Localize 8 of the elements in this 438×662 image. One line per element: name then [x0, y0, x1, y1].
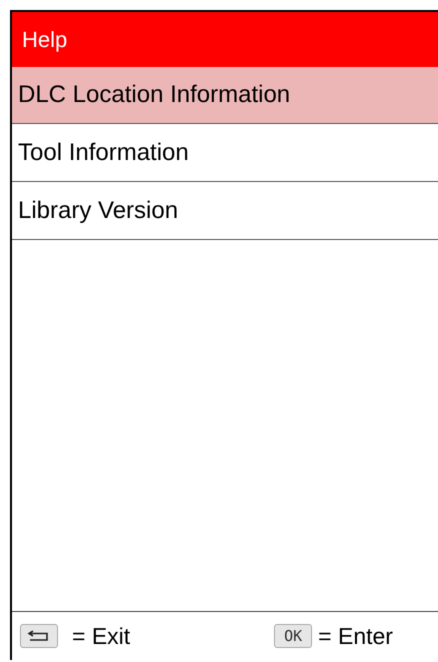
menu-item[interactable]: Tool Information — [12, 124, 438, 182]
screen-title: Help — [22, 26, 68, 52]
menu-item[interactable]: Library Version — [12, 182, 438, 240]
menu-item[interactable]: DLC Location Information — [12, 67, 438, 124]
ok-key: OK — [274, 624, 312, 648]
back-key-icon — [20, 624, 58, 648]
key-hint: = Exit — [72, 622, 130, 650]
key-hint: = Enter — [318, 622, 393, 650]
